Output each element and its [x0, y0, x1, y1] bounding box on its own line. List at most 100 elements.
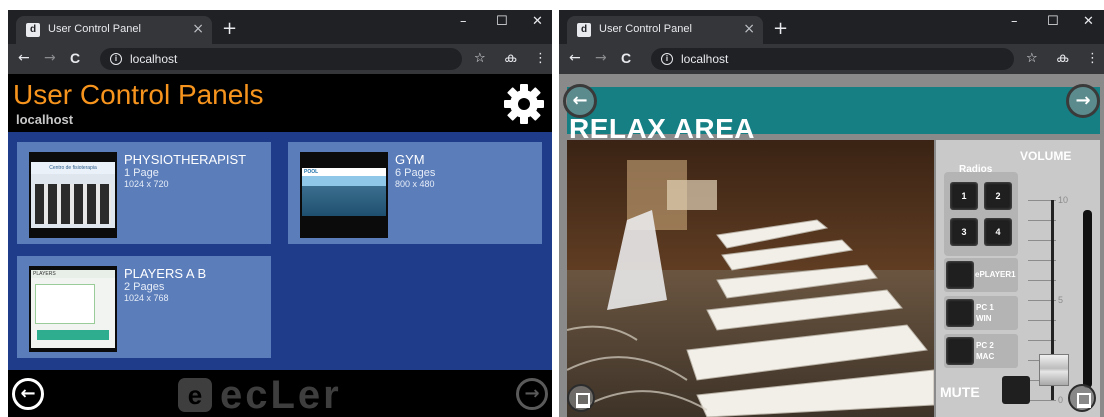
extension-icon[interactable]: ക [1056, 51, 1068, 66]
thumb-faders [35, 184, 111, 224]
forward-arrow-icon[interactable]: → [516, 378, 548, 410]
reload-button[interactable]: C [621, 50, 631, 66]
volume-label: VOLUME [1020, 149, 1072, 163]
page-subtitle: localhost [16, 112, 74, 127]
thumb-transport [37, 330, 109, 340]
tab-title: User Control Panel [48, 23, 141, 35]
ecler-logo-text: ecLer [220, 373, 342, 417]
panel-pages: 6 Pages [395, 167, 436, 179]
new-tab-button[interactable]: + [773, 18, 788, 39]
source-pc1-win[interactable]: PC 1 WIN [944, 296, 1018, 330]
url-text[interactable]: localhost [681, 52, 728, 66]
extension-icon[interactable]: ക [504, 51, 516, 66]
browser-window-left: d User Control Panel × + – ☐ ✕ ← → C i l… [8, 10, 552, 417]
browser-toolbar: ← → C i localhost ☆ ക ⋮ [559, 44, 1104, 74]
close-window-button[interactable]: ✕ [1083, 14, 1094, 29]
relax-area-photo [567, 140, 934, 417]
minimize-panel-icon[interactable] [1068, 384, 1096, 412]
reload-button[interactable]: C [70, 50, 80, 66]
browser-window-right: d User Control Panel × + – ☐ ✕ ← → C i l… [559, 10, 1104, 417]
forward-button[interactable]: → [44, 50, 56, 66]
info-icon[interactable]: i [110, 53, 122, 65]
mute-label: MUTE [940, 384, 980, 400]
back-arrow-icon[interactable]: ← [563, 84, 597, 118]
url-text[interactable]: localhost [130, 52, 177, 66]
ecler-favicon-icon: d [577, 23, 591, 37]
thumb-display [35, 284, 95, 324]
scale-label-max: 10 [1058, 195, 1069, 205]
thumb-caption: POOL [302, 168, 386, 176]
panel-thumbnail: PLAYERS [29, 266, 117, 352]
thumb-pool-image [302, 186, 386, 216]
radio-button-3[interactable]: 3 [950, 218, 978, 246]
radio-button-4[interactable]: 4 [984, 218, 1012, 246]
radio-button-1[interactable]: 1 [950, 182, 978, 210]
panel-card-gym[interactable]: POOL GYM 6 Pages 800 x 480 [288, 142, 542, 244]
thumb-caption: Centro de fisioterapia [31, 162, 115, 174]
source-label-line2: WIN [976, 314, 992, 323]
bookmark-star-icon[interactable]: ☆ [1026, 51, 1038, 66]
forward-arrow-icon[interactable]: → [1066, 84, 1100, 118]
volume-fader-handle[interactable] [1039, 354, 1069, 386]
panel-list-page: User Control Panels localhost Centro de … [8, 74, 552, 417]
radio-button-2[interactable]: 2 [984, 182, 1012, 210]
maximize-button[interactable]: ☐ [496, 14, 508, 29]
panel-thumbnail: Centro de fisioterapia [29, 152, 117, 238]
scale-label-min: 0 [1058, 395, 1064, 405]
minimize-button[interactable]: – [1011, 14, 1018, 29]
menu-icon[interactable]: ⋮ [534, 51, 547, 66]
panel-grid: Centro de fisioterapia PHYSIOTHERAPIST 1… [8, 132, 552, 370]
volume-level-meter [1083, 210, 1092, 388]
thumb-caption: PLAYERS [31, 270, 115, 278]
radios-label: Radios [959, 164, 993, 175]
control-sidebar: VOLUME 1 2 3 4 Radios ePLAYER1 PC 1 WIN [936, 140, 1100, 417]
panel-card-physiotherapist[interactable]: Centro de fisioterapia PHYSIOTHERAPIST 1… [17, 142, 271, 244]
scale-label-mid: 5 [1058, 295, 1064, 305]
tab-close-icon[interactable]: × [743, 21, 755, 37]
tab-strip: d User Control Panel × + – ☐ ✕ [8, 10, 552, 44]
bookmark-star-icon[interactable]: ☆ [474, 51, 486, 66]
source-label-line1: PC 2 [976, 341, 994, 350]
address-bar[interactable]: i localhost [651, 48, 1014, 70]
back-button[interactable]: ← [18, 50, 30, 66]
menu-icon[interactable]: ⋮ [1086, 51, 1099, 66]
back-arrow-icon[interactable]: ← [12, 378, 44, 410]
source-pc1-button[interactable] [946, 299, 974, 327]
minimize-button[interactable]: – [460, 14, 467, 29]
panel-name: PLAYERS A B [124, 266, 207, 281]
address-bar[interactable]: i localhost [100, 48, 462, 70]
panel-resolution: 1024 x 768 [124, 293, 169, 303]
source-eplayer1[interactable]: ePLAYER1 [944, 258, 1018, 292]
source-label: ePLAYER1 [975, 270, 1016, 279]
source-label-line1: PC 1 [976, 303, 994, 312]
gear-icon[interactable] [502, 82, 546, 126]
forward-button[interactable]: → [595, 50, 607, 66]
source-eplayer1-button[interactable] [946, 261, 974, 289]
source-pc2-button[interactable] [946, 337, 974, 365]
close-window-button[interactable]: ✕ [532, 14, 543, 29]
ecler-logo-mark: e [178, 378, 212, 412]
panel-card-players-a-b[interactable]: PLAYERS PLAYERS A B 2 Pages 1024 x 768 [17, 256, 271, 358]
info-icon[interactable]: i [661, 53, 673, 65]
tab-strip: d User Control Panel × + – ☐ ✕ [559, 10, 1104, 44]
browser-tab[interactable]: d User Control Panel × [567, 16, 763, 44]
ecler-logo: e ecLer [178, 373, 342, 417]
panel-resolution: 1024 x 720 [124, 179, 169, 189]
tab-close-icon[interactable]: × [192, 21, 204, 37]
minimize-panel-icon[interactable] [567, 384, 595, 412]
page-title: User Control Panels [13, 79, 264, 110]
new-tab-button[interactable]: + [222, 18, 237, 39]
source-pc2-mac[interactable]: PC 2 MAC [944, 334, 1018, 368]
panel-pages: 2 Pages [124, 281, 165, 293]
mute-button[interactable] [1002, 376, 1030, 404]
panel-name: PHYSIOTHERAPIST [124, 152, 247, 167]
source-label-line2: MAC [976, 352, 995, 361]
relax-area-page: RELAX AREA VOLUME 1 2 3 4 Radios ePLAYER… [559, 74, 1104, 417]
ecler-favicon-icon: d [26, 23, 40, 37]
panel-thumbnail: POOL [300, 152, 388, 238]
browser-tab[interactable]: d User Control Panel × [16, 16, 212, 44]
maximize-button[interactable]: ☐ [1047, 14, 1059, 29]
back-button[interactable]: ← [569, 50, 581, 66]
screenshot-composite: d User Control Panel × + – ☐ ✕ ← → C i l… [0, 0, 1104, 417]
page-footer: ← e ecLer → [8, 370, 552, 417]
